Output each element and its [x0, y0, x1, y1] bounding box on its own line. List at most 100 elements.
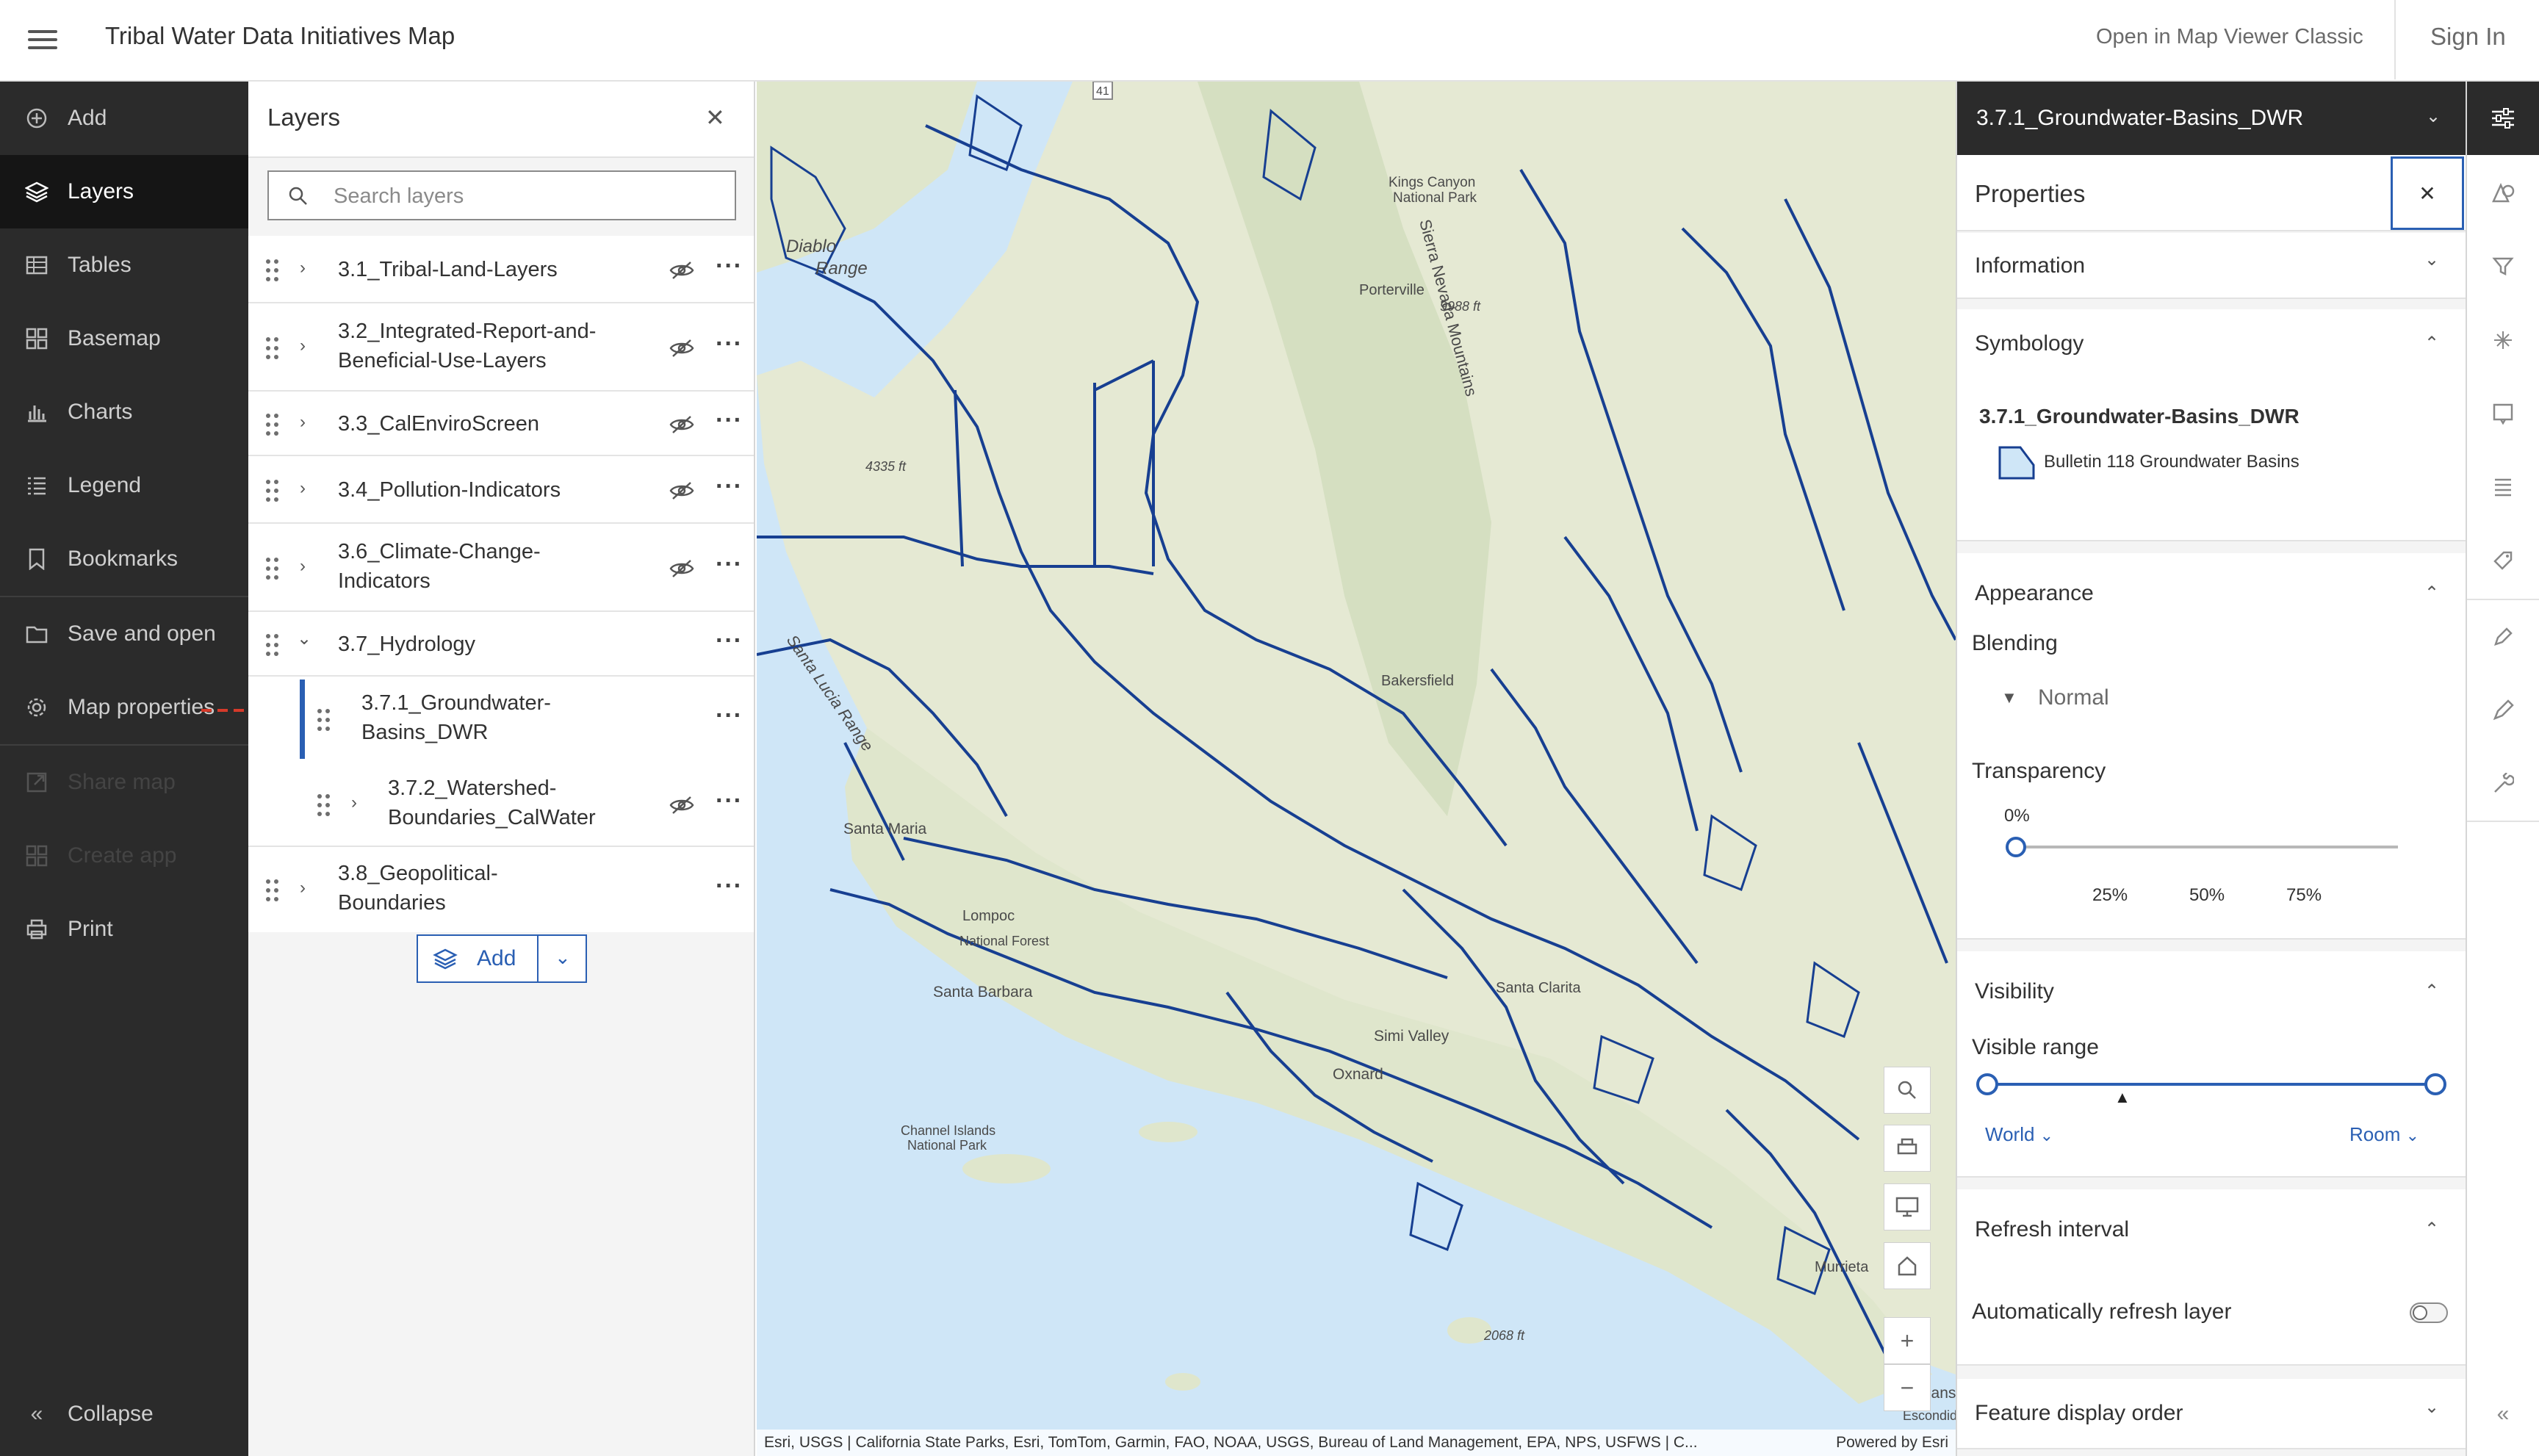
drag-handle-icon[interactable] — [266, 634, 279, 656]
chevron-right-icon[interactable]: › — [300, 336, 306, 356]
blending-select[interactable]: ▼ Normal — [2001, 685, 2222, 722]
more-options-icon[interactable]: ··· — [716, 472, 743, 501]
visibility-off-icon[interactable] — [669, 415, 695, 434]
layer-row[interactable]: › 3.1_Tribal-Land-Layers ··· — [248, 236, 754, 303]
visibility-off-icon[interactable] — [669, 261, 695, 280]
hamburger-menu-icon[interactable] — [28, 25, 57, 54]
drag-handle-icon[interactable] — [266, 480, 279, 502]
range-max-select[interactable]: Room ⌄ — [2349, 1123, 2419, 1146]
layer-row[interactable]: › 3.7.2_Watershed- Boundaries_CalWater ··… — [248, 762, 754, 847]
section-title[interactable]: Symbology — [1975, 331, 2084, 356]
map-view[interactable]: 41 Kings Canyon National Park Sierra Nev… — [757, 82, 1956, 1456]
measure-tool[interactable] — [2467, 747, 2539, 821]
more-options-icon[interactable]: ··· — [716, 550, 743, 579]
auto-refresh-toggle[interactable] — [2410, 1302, 2448, 1323]
section-title[interactable]: Appearance — [1975, 581, 2094, 606]
collapse-button[interactable]: « Collapse — [0, 1377, 248, 1451]
chevron-up-icon[interactable]: ⌃ — [2424, 981, 2439, 1002]
drag-handle-icon[interactable] — [317, 709, 331, 731]
range-min-select[interactable]: World ⌄ — [1985, 1123, 2053, 1146]
add-layer-button[interactable]: Add — [418, 936, 539, 981]
nav-item-charts[interactable]: Charts — [0, 375, 248, 449]
drag-handle-icon[interactable] — [266, 558, 279, 580]
section-title[interactable]: Visibility — [1975, 979, 2054, 1004]
chevron-up-icon[interactable]: ⌃ — [2424, 333, 2439, 354]
sign-in-button[interactable]: Sign In — [2430, 23, 2506, 51]
nav-item-layers[interactable]: Layers — [0, 155, 248, 228]
more-options-icon[interactable]: ··· — [716, 702, 743, 730]
more-options-icon[interactable]: ··· — [716, 252, 743, 281]
drag-handle-icon[interactable] — [317, 794, 331, 816]
effects-tool[interactable] — [2467, 303, 2539, 377]
visibility-off-icon[interactable] — [669, 796, 695, 815]
labels-tool[interactable] — [2467, 524, 2539, 597]
more-options-icon[interactable]: ··· — [716, 406, 743, 435]
expand-toolbar-button[interactable]: « — [2467, 1377, 2539, 1451]
visible-range-track[interactable] — [1987, 1083, 2442, 1086]
range-max-handle[interactable] — [2424, 1073, 2446, 1095]
visibility-off-icon[interactable] — [669, 559, 695, 578]
chevron-right-icon[interactable]: › — [300, 556, 306, 577]
fields-tool[interactable] — [2467, 450, 2539, 524]
edit-tool[interactable] — [2467, 600, 2539, 674]
transparency-slider-handle[interactable] — [2006, 837, 2026, 857]
drag-handle-icon[interactable] — [266, 259, 279, 281]
chevron-right-icon[interactable]: › — [300, 878, 306, 898]
map-screen-button[interactable] — [1884, 1183, 1931, 1230]
search-input[interactable]: Search layers — [267, 170, 736, 220]
layer-row[interactable]: › 3.8_Geopolitical- Boundaries ··· — [248, 847, 754, 932]
chevron-right-icon[interactable]: › — [300, 478, 306, 499]
layer-row[interactable]: › 3.4_Pollution-Indicators ··· — [248, 456, 754, 524]
range-min-handle[interactable] — [1976, 1073, 1998, 1095]
layer-row[interactable]: › 3.6_Climate-Change- Indicators ··· — [248, 524, 754, 612]
drag-handle-icon[interactable] — [266, 414, 279, 436]
zoom-in-button[interactable]: + — [1884, 1317, 1931, 1364]
close-icon[interactable]: ✕ — [2391, 156, 2464, 230]
chevron-down-icon[interactable]: ⌄ — [297, 628, 311, 649]
zoom-out-button[interactable]: − — [1884, 1364, 1931, 1411]
map-home-button[interactable] — [1884, 1242, 1931, 1289]
layer-group-row[interactable]: ⌄ 3.7_Hydrology ··· — [248, 612, 754, 677]
filter-tool[interactable] — [2467, 230, 2539, 303]
layer-row[interactable]: › 3.2_Integrated-Report-and- Beneficial-U… — [248, 303, 754, 392]
layer-row[interactable]: › 3.3_CalEnviroScreen ··· — [248, 392, 754, 456]
nav-item-save-open[interactable]: Save and open — [0, 597, 248, 671]
layer-selector[interactable]: 3.7.1_Groundwater-Basins_DWR ⌄ — [1957, 82, 2467, 155]
styles-tool[interactable] — [2467, 156, 2539, 230]
nav-item-print[interactable]: Print — [0, 893, 248, 966]
open-classic-link[interactable]: Open in Map Viewer Classic — [2096, 25, 2363, 49]
more-options-icon[interactable]: ··· — [716, 787, 743, 815]
nav-item-basemap[interactable]: Basemap — [0, 302, 248, 375]
section-title[interactable]: Refresh interval — [1975, 1217, 2129, 1242]
visibility-off-icon[interactable] — [669, 339, 695, 358]
section-feature-display-order[interactable]: Feature display order ⌄ — [1957, 1379, 2467, 1449]
close-icon[interactable]: ✕ — [705, 104, 725, 131]
chevron-right-icon[interactable]: › — [300, 258, 306, 278]
chevron-down-icon[interactable]: ⌄ — [555, 946, 571, 969]
nav-item-legend[interactable]: Legend — [0, 449, 248, 522]
drag-handle-icon[interactable] — [266, 879, 279, 901]
nav-item-add[interactable]: Add — [0, 82, 248, 155]
properties-tool[interactable] — [2467, 82, 2539, 155]
map-print-button[interactable] — [1884, 1125, 1931, 1172]
sketch-tool[interactable] — [2467, 674, 2539, 747]
section-information[interactable]: Information ⌄ — [1957, 233, 2467, 299]
layer-row-selected[interactable]: 3.7.1_Groundwater- Basins_DWR ··· — [248, 677, 754, 762]
popups-tool[interactable] — [2467, 377, 2539, 450]
chevron-up-icon[interactable]: ⌃ — [2424, 583, 2439, 604]
chevron-right-icon[interactable]: › — [300, 412, 306, 433]
map-search-button[interactable] — [1884, 1067, 1931, 1114]
more-options-icon[interactable]: ··· — [716, 627, 743, 655]
more-options-icon[interactable]: ··· — [716, 872, 743, 901]
more-options-icon[interactable]: ··· — [716, 330, 743, 358]
nav-item-bookmarks[interactable]: Bookmarks — [0, 522, 248, 596]
nav-item-tables[interactable]: Tables — [0, 228, 248, 302]
wrench-icon — [2494, 773, 2514, 793]
drag-handle-icon[interactable] — [266, 337, 279, 359]
map-canvas[interactable]: 41 Kings Canyon National Park Sierra Nev… — [757, 82, 1956, 1456]
visibility-off-icon[interactable] — [669, 481, 695, 500]
chevron-right-icon[interactable]: › — [351, 793, 357, 813]
chevron-up-icon[interactable]: ⌃ — [2424, 1219, 2439, 1240]
transparency-slider-track[interactable] — [2016, 846, 2398, 848]
powered-by[interactable]: Powered by Esri — [1836, 1434, 1948, 1452]
